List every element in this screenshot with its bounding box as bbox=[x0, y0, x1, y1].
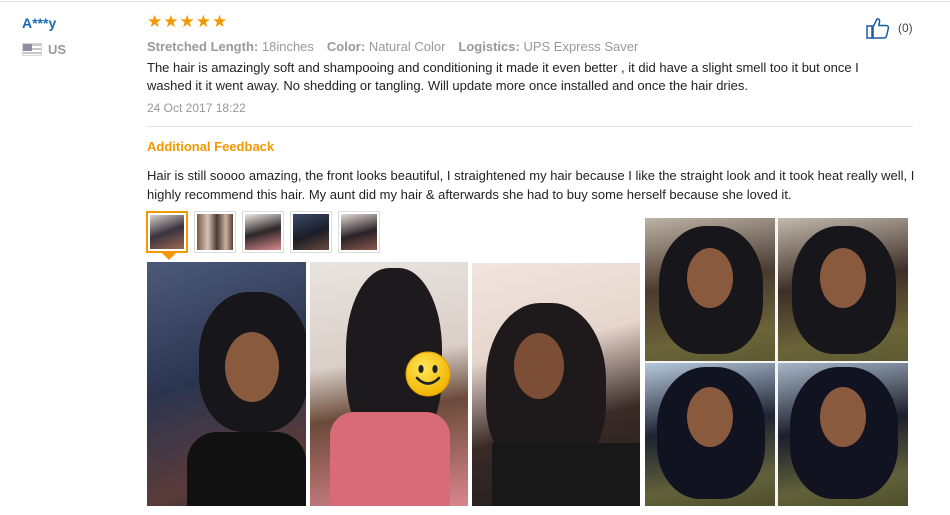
review-text: The hair is amazingly soft and shampooin… bbox=[147, 60, 859, 93]
attribute-value: UPS Express Saver bbox=[523, 39, 639, 54]
star-rating: ★ ★ ★ ★ ★ bbox=[147, 13, 227, 31]
attribute-key: Logistics: bbox=[458, 39, 520, 54]
top-divider bbox=[0, 1, 950, 2]
helpful-count: (0) bbox=[898, 21, 913, 35]
collage-tile-1 bbox=[645, 218, 775, 361]
face-shape bbox=[687, 387, 733, 447]
thumbs-up-icon[interactable] bbox=[866, 17, 890, 39]
thumbnail-image bbox=[245, 214, 281, 250]
review-photo-collage[interactable] bbox=[645, 218, 908, 506]
photo-thumbnails bbox=[146, 211, 380, 260]
smiley-face-icon bbox=[405, 351, 451, 397]
review-date: 24 Oct 2017 18:22 bbox=[147, 101, 246, 115]
star-icon: ★ bbox=[179, 12, 195, 31]
star-icon: ★ bbox=[212, 12, 228, 31]
photo-thumbnail-3[interactable] bbox=[242, 211, 284, 253]
thumbnail-image bbox=[150, 215, 184, 249]
reviewer-name[interactable]: A***y bbox=[22, 15, 56, 31]
additional-feedback-title: Additional Feedback bbox=[147, 139, 275, 154]
attribute-stretched-length: Stretched Length: 18inches bbox=[147, 39, 314, 54]
thumbnail-image bbox=[341, 214, 377, 250]
attribute-value: 18inches bbox=[261, 39, 314, 54]
face-shape bbox=[820, 387, 866, 447]
attribute-value: Natural Color bbox=[368, 39, 446, 54]
thumbnail-image bbox=[293, 214, 329, 250]
photo-thumbnail-2[interactable] bbox=[194, 211, 236, 253]
review-photo-1[interactable] bbox=[147, 262, 306, 506]
face-shape bbox=[225, 332, 279, 402]
attribute-key: Color: bbox=[326, 39, 366, 54]
collage-tile-3 bbox=[645, 363, 775, 506]
photo-thumbnail-5[interactable] bbox=[338, 211, 380, 253]
top-clothing bbox=[492, 443, 640, 506]
collage-tile-4 bbox=[778, 363, 908, 506]
collage-tile-2 bbox=[778, 218, 908, 361]
reviewer-country: US bbox=[22, 41, 67, 57]
section-divider bbox=[147, 126, 913, 127]
face-shape bbox=[820, 248, 866, 308]
attribute-color: Color: Natural Color bbox=[327, 39, 446, 54]
photo-thumbnail-1[interactable] bbox=[146, 211, 188, 260]
star-icon: ★ bbox=[163, 12, 179, 31]
face-shape bbox=[514, 333, 564, 399]
helpful-button[interactable]: (0) bbox=[866, 17, 913, 39]
top-clothing bbox=[187, 432, 306, 506]
thumbnail-image bbox=[197, 214, 233, 250]
additional-feedback-text: Hair is still soooo amazing, the front l… bbox=[147, 168, 915, 202]
star-icon: ★ bbox=[147, 12, 163, 31]
photo-thumbnail-4[interactable] bbox=[290, 211, 332, 253]
face-shape bbox=[687, 248, 733, 308]
attribute-key: Stretched Length: bbox=[147, 39, 259, 54]
review-photo-3[interactable] bbox=[472, 263, 640, 506]
attribute-logistics: Logistics: UPS Express Saver bbox=[458, 39, 638, 54]
product-attributes: Stretched Length: 18inches Color: Natura… bbox=[147, 39, 638, 54]
top-clothing bbox=[330, 412, 450, 506]
us-flag-icon bbox=[22, 42, 42, 56]
country-label: US bbox=[48, 41, 67, 57]
star-icon: ★ bbox=[195, 12, 211, 31]
